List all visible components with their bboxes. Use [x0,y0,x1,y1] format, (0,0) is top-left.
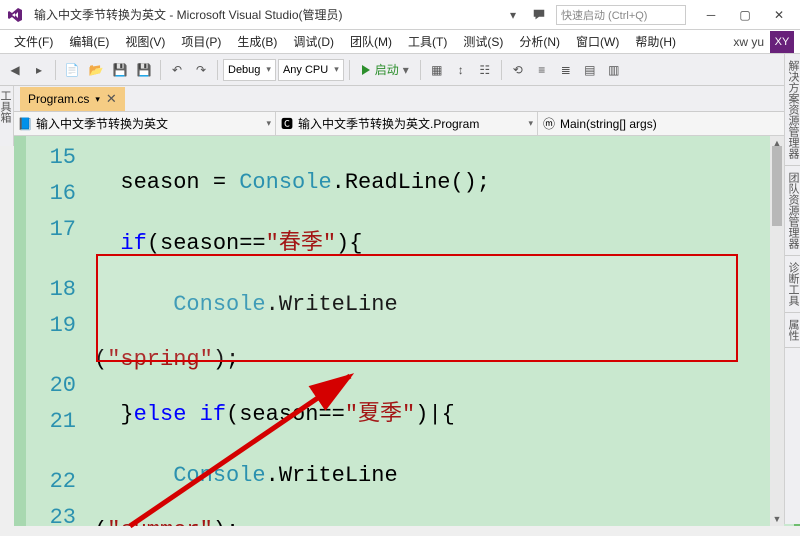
code-editor[interactable]: 15 16 17 18 19 20 21 22 23 season = Cons… [14,136,800,526]
menu-file[interactable]: 文件(F) [6,31,61,52]
quick-launch-input[interactable]: 快速启动 (Ctrl+Q) [556,5,686,25]
menu-debug[interactable]: 调试(D) [285,31,342,52]
notification-icon[interactable]: ▾ [504,6,522,24]
editor-scrollbar[interactable]: ▲ ▼ [770,136,784,526]
right-side-tabs: 解决方案资源管理器 团队资源管理器 诊断工具 属性 [784,54,800,524]
line-number-gutter: 15 16 17 18 19 20 21 22 23 [14,136,94,526]
minimize-button[interactable]: ─ [694,2,728,28]
menu-view[interactable]: 视图(V) [117,31,173,52]
menu-build[interactable]: 生成(B) [229,31,285,52]
feedback-icon[interactable] [530,6,548,24]
tool-f[interactable]: ≣ [555,59,577,81]
menu-bar: 文件(F) 编辑(E) 视图(V) 项目(P) 生成(B) 调试(D) 团队(M… [0,30,800,54]
config-dropdown[interactable]: Debug▾ [223,59,276,81]
tab-diagnostics[interactable]: 诊断工具 [785,256,800,313]
menu-tools[interactable]: 工具(T) [400,31,455,52]
save-button[interactable]: 💾 [109,59,131,81]
scrollbar-down-icon[interactable]: ▼ [770,512,784,526]
menu-team[interactable]: 团队(M) [342,31,400,52]
redo-button[interactable]: ↷ [190,59,212,81]
tab-label: Program.cs [28,92,89,106]
tab-close-icon[interactable]: ✕ [106,91,117,107]
maximize-button[interactable]: ▢ [728,2,762,28]
vs-logo-icon [0,7,30,23]
tab-dropdown-icon[interactable]: ▾ [95,94,100,105]
title-bar: 输入中文季节转换为英文 - Microsoft Visual Studio(管理… [0,0,800,30]
quick-launch-placeholder: 快速启动 (Ctrl+Q) [561,7,647,23]
method-icon: ⓜ [542,117,556,131]
close-button[interactable]: ✕ [762,2,796,28]
menu-project[interactable]: 项目(P) [173,31,229,52]
codenav-project[interactable]: 📘 输入中文季节转换为英文 ▾ [14,112,276,135]
toolbar: ◀ ▸ 📄 📂 💾 💾 ↶ ↷ Debug▾ Any CPU▾ 启动▾ ▦ ↕ … [0,54,800,86]
tool-a[interactable]: ▦ [426,59,448,81]
tool-h[interactable]: ▥ [603,59,625,81]
codenav-class[interactable]: 🅲 输入中文季节转换为英文.Program ▾ [276,112,538,135]
tool-d[interactable]: ⟲ [507,59,529,81]
menu-analyze[interactable]: 分析(N) [511,31,568,52]
menu-edit[interactable]: 编辑(E) [61,31,117,52]
tab-team-explorer[interactable]: 团队资源管理器 [785,166,800,256]
nav-back-button[interactable]: ◀ [4,59,26,81]
user-badge[interactable]: XY [770,31,794,53]
tab-solution-explorer[interactable]: 解决方案资源管理器 [785,54,800,166]
new-project-button[interactable]: 📄 [61,59,83,81]
tab-program-cs[interactable]: Program.cs ▾ ✕ [20,87,125,111]
start-button[interactable]: 启动▾ [355,59,415,81]
user-name[interactable]: xw yu [733,35,764,49]
code-content[interactable]: season = Console.ReadLine(); if(season==… [94,136,800,526]
code-nav-bar: 📘 输入中文季节转换为英文 ▾ 🅲 输入中文季节转换为英文.Program ▾ … [14,112,800,136]
menu-test[interactable]: 测试(S) [455,31,511,52]
tool-g[interactable]: ▤ [579,59,601,81]
menu-window[interactable]: 窗口(W) [568,31,627,52]
undo-button[interactable]: ↶ [166,59,188,81]
tab-properties[interactable]: 属性 [785,313,800,348]
tool-e[interactable]: ≡ [531,59,553,81]
codenav-method[interactable]: ⓜ Main(string[] args) ▾ [538,112,800,135]
nav-fwd-button[interactable]: ▸ [28,59,50,81]
document-tabs: Program.cs ▾ ✕ [0,86,800,112]
class-icon: 🅲 [280,117,294,131]
platform-dropdown[interactable]: Any CPU▾ [278,59,344,81]
csharp-project-icon: 📘 [18,117,32,131]
open-button[interactable]: 📂 [85,59,107,81]
tool-b[interactable]: ↕ [450,59,472,81]
tool-c[interactable]: ☷ [474,59,496,81]
save-all-button[interactable]: 💾 [133,59,155,81]
menu-help[interactable]: 帮助(H) [627,31,684,52]
scrollbar-thumb[interactable] [772,146,782,226]
window-title: 输入中文季节转换为英文 - Microsoft Visual Studio(管理… [30,6,504,23]
